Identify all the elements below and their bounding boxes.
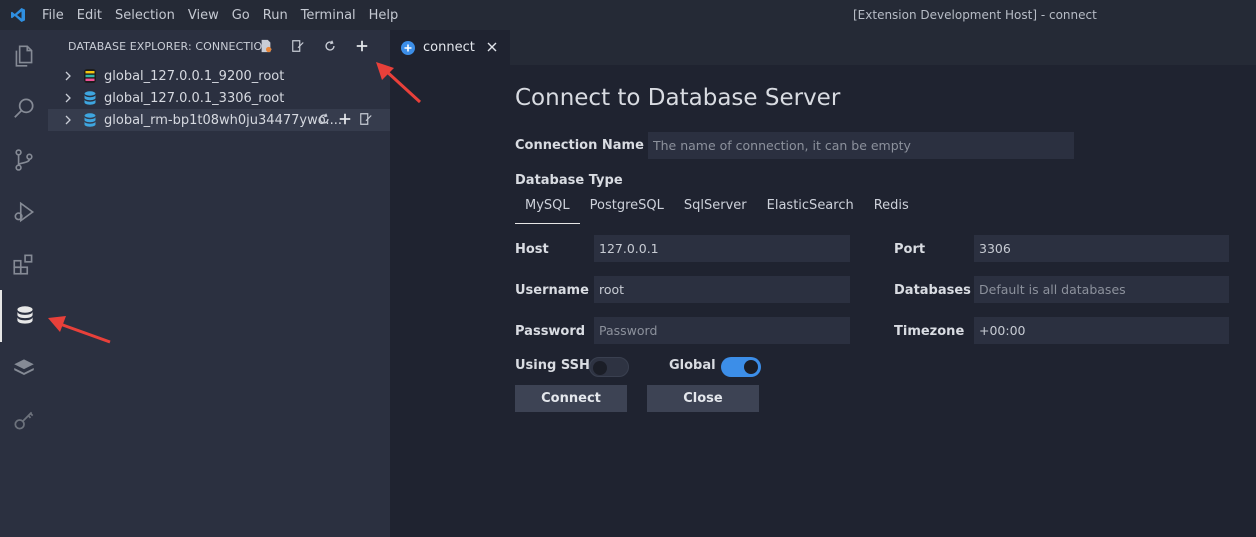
add-connection-icon[interactable] [354, 38, 370, 54]
activity-key[interactable] [0, 394, 48, 446]
connection-name-label: Connection Name [515, 138, 644, 153]
activity-run-debug[interactable] [0, 186, 48, 238]
connection-tree: global_127.0.0.1_9200_root global_127.0.… [48, 65, 390, 131]
timezone-label: Timezone [894, 324, 965, 339]
page-title: Connect to Database Server [515, 85, 841, 111]
port-label: Port [894, 242, 926, 257]
edit-file-icon[interactable] [359, 112, 373, 126]
refresh-icon[interactable] [322, 38, 338, 54]
refresh-icon[interactable] [317, 112, 331, 126]
tree-item[interactable]: global_127.0.0.1_3306_root [48, 87, 390, 109]
database-type-tabs: MySQL PostgreSQL SqlServer ElasticSearch… [515, 195, 919, 224]
tree-item-label: global_127.0.0.1_3306_root [104, 90, 285, 106]
explorer-icon [15, 45, 33, 67]
menu-edit[interactable]: Edit [77, 8, 102, 23]
port-input[interactable] [974, 235, 1229, 262]
menu-bar: File Edit Selection View Go Run Terminal… [42, 0, 411, 30]
tab-label: connect [423, 40, 475, 55]
chevron-right-icon [65, 115, 71, 125]
username-input[interactable] [594, 276, 850, 303]
using-ssh-toggle[interactable] [589, 357, 629, 377]
database-icon [84, 113, 96, 127]
connect-button[interactable]: Connect [515, 385, 627, 412]
vscode-logo-icon [11, 8, 25, 22]
host-input[interactable] [594, 235, 850, 262]
menu-go[interactable]: Go [232, 8, 250, 23]
databases-input[interactable] [974, 276, 1229, 303]
tree-item[interactable]: global_rm-bp1t08wh0ju34477ywo.... [48, 109, 390, 131]
title-bar: File Edit Selection View Go Run Terminal… [0, 0, 1256, 30]
key-icon [14, 411, 34, 430]
add-circle-icon [401, 40, 415, 55]
connection-name-input[interactable] [648, 132, 1074, 159]
global-toggle[interactable] [721, 357, 761, 377]
elasticsearch-icon [84, 69, 96, 83]
db-type-elasticsearch[interactable]: ElasticSearch [757, 195, 864, 223]
host-label: Host [515, 242, 549, 257]
menu-help[interactable]: Help [369, 8, 399, 23]
window-title: [Extension Development Host] - connect [853, 8, 1097, 22]
annotation-arrow [48, 316, 111, 344]
password-label: Password [515, 324, 586, 339]
activity-database[interactable] [0, 290, 48, 342]
chevron-right-icon [65, 71, 71, 81]
menu-terminal[interactable]: Terminal [301, 8, 356, 23]
source-control-icon [15, 149, 33, 171]
activity-extensions[interactable] [0, 238, 48, 290]
db-type-postgresql[interactable]: PostgreSQL [580, 195, 674, 223]
sidebar-title: DATABASE EXPLORER: CONNECTIO... [68, 40, 273, 53]
db-type-mysql[interactable]: MySQL [515, 195, 580, 224]
databases-label: Databases [894, 283, 971, 298]
database-icon [17, 306, 33, 324]
database-explorer-sidebar: DATABASE EXPLORER: CONNECTIO... global_1… [48, 30, 390, 537]
timezone-input[interactable] [974, 317, 1229, 344]
password-input[interactable] [594, 317, 850, 344]
search-icon [14, 98, 34, 118]
menu-view[interactable]: View [188, 8, 219, 23]
tree-item[interactable]: global_127.0.0.1_9200_root [48, 65, 390, 87]
database-icon [84, 91, 96, 105]
new-query-icon[interactable] [258, 38, 274, 54]
close-button[interactable]: Close [647, 385, 759, 412]
sidebar-actions [258, 38, 386, 54]
activity-explorer[interactable] [0, 30, 48, 82]
activity-search[interactable] [0, 82, 48, 134]
global-label: Global [669, 358, 716, 373]
menu-file[interactable]: File [42, 8, 64, 23]
tree-item-label: global_127.0.0.1_9200_root [104, 68, 285, 84]
activity-bar [0, 30, 48, 537]
close-icon[interactable] [485, 40, 499, 54]
editor-tab-strip: connect [390, 30, 1256, 65]
toggle-knob [593, 361, 607, 375]
database-type-label: Database Type [515, 173, 623, 188]
username-label: Username [515, 283, 589, 298]
using-ssh-label: Using SSH [515, 358, 590, 373]
row-actions [310, 112, 373, 126]
activity-source-control[interactable] [0, 134, 48, 186]
menu-run[interactable]: Run [263, 8, 288, 23]
tree-item-label: global_rm-bp1t08wh0ju34477ywo.... [104, 112, 342, 128]
extensions-icon [13, 254, 33, 275]
layers-icon [14, 359, 34, 376]
annotation-arrow [376, 62, 422, 104]
menu-selection[interactable]: Selection [115, 8, 175, 23]
db-type-redis[interactable]: Redis [864, 195, 919, 223]
run-debug-icon [14, 201, 35, 223]
add-icon[interactable] [338, 112, 352, 126]
db-type-sqlserver[interactable]: SqlServer [674, 195, 757, 223]
toggle-knob [744, 360, 758, 374]
connect-form: Connect to Database Server Connection Na… [390, 65, 1256, 537]
edit-file-icon[interactable] [290, 38, 306, 54]
activity-layers[interactable] [0, 342, 48, 394]
chevron-right-icon [65, 93, 71, 103]
